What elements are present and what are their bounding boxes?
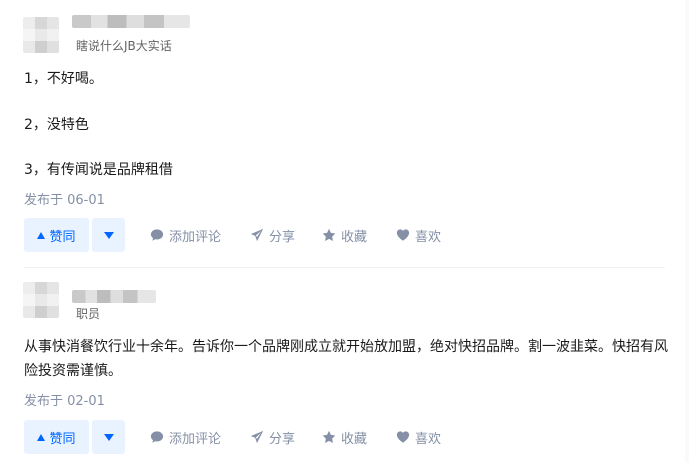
answer-item: 职员 从事快消餐饮行业十余年。告诉你一个品牌刚成立就开始放加盟，绝对快招品牌。割… bbox=[0, 268, 689, 463]
action-bar: 赞同 添加评论 分享 收藏 喜欢 bbox=[24, 218, 664, 252]
paragraph: 2，没特色 bbox=[24, 117, 89, 133]
triangle-up-icon bbox=[37, 433, 46, 441]
star-icon bbox=[322, 228, 336, 241]
vote-down-button[interactable] bbox=[92, 218, 125, 252]
triangle-up-icon bbox=[37, 231, 46, 239]
like-button[interactable]: 喜欢 bbox=[396, 218, 441, 252]
collect-button[interactable]: 收藏 bbox=[322, 420, 367, 454]
vote-up-button[interactable]: 赞同 bbox=[24, 420, 89, 454]
collect-button[interactable]: 收藏 bbox=[322, 218, 367, 252]
paragraph: 3，有传闻说是品牌租借 bbox=[24, 162, 173, 178]
collect-label: 收藏 bbox=[341, 229, 368, 245]
comment-bubble-icon bbox=[150, 431, 164, 443]
paper-plane-icon bbox=[250, 430, 264, 444]
share-button[interactable]: 分享 bbox=[250, 420, 295, 454]
author-headline: 瞎说什么JB大实话 bbox=[76, 39, 172, 53]
heart-icon bbox=[396, 229, 410, 241]
like-label: 喜欢 bbox=[415, 229, 442, 245]
triangle-down-icon bbox=[103, 231, 114, 239]
vote-down-button[interactable] bbox=[92, 420, 125, 454]
vote-up-label: 赞同 bbox=[49, 431, 76, 447]
author-name-blurred[interactable] bbox=[72, 15, 190, 28]
like-label: 喜欢 bbox=[415, 431, 442, 447]
collect-label: 收藏 bbox=[341, 431, 368, 447]
heart-icon bbox=[396, 431, 410, 443]
author-headline: 职员 bbox=[76, 307, 101, 321]
share-label: 分享 bbox=[269, 229, 296, 245]
add-comment-label: 添加评论 bbox=[169, 431, 222, 447]
scrollbar-track[interactable] bbox=[685, 0, 689, 463]
share-label: 分享 bbox=[269, 431, 296, 447]
publish-date[interactable]: 发布于 06-01 bbox=[24, 189, 105, 208]
avatar[interactable] bbox=[23, 282, 59, 318]
avatar[interactable] bbox=[23, 17, 59, 53]
like-button[interactable]: 喜欢 bbox=[396, 420, 441, 454]
add-comment-label: 添加评论 bbox=[169, 229, 222, 245]
comment-bubble-icon bbox=[150, 229, 164, 241]
paragraph: 从事快消餐饮行业十余年。告诉你一个品牌刚成立就开始放加盟，绝对快招品牌。割一波韭… bbox=[24, 339, 668, 379]
triangle-down-icon bbox=[103, 433, 114, 441]
add-comment-button[interactable]: 添加评论 bbox=[150, 218, 221, 252]
add-comment-button[interactable]: 添加评论 bbox=[150, 420, 221, 454]
action-bar: 赞同 添加评论 分享 收藏 喜欢 bbox=[24, 420, 664, 454]
publish-date[interactable]: 发布于 02-01 bbox=[24, 390, 105, 409]
answer-item: 瞎说什么JB大实话 1，不好喝。 2，没特色 3，有传闻说是品牌租借 发布于 0… bbox=[0, 0, 689, 265]
vote-up-button[interactable]: 赞同 bbox=[24, 218, 89, 252]
share-button[interactable]: 分享 bbox=[250, 218, 295, 252]
author-name-blurred[interactable] bbox=[72, 290, 156, 303]
star-icon bbox=[322, 430, 336, 443]
paper-plane-icon bbox=[250, 228, 264, 242]
vote-up-label: 赞同 bbox=[49, 229, 76, 245]
paragraph: 1，不好喝。 bbox=[24, 71, 103, 87]
